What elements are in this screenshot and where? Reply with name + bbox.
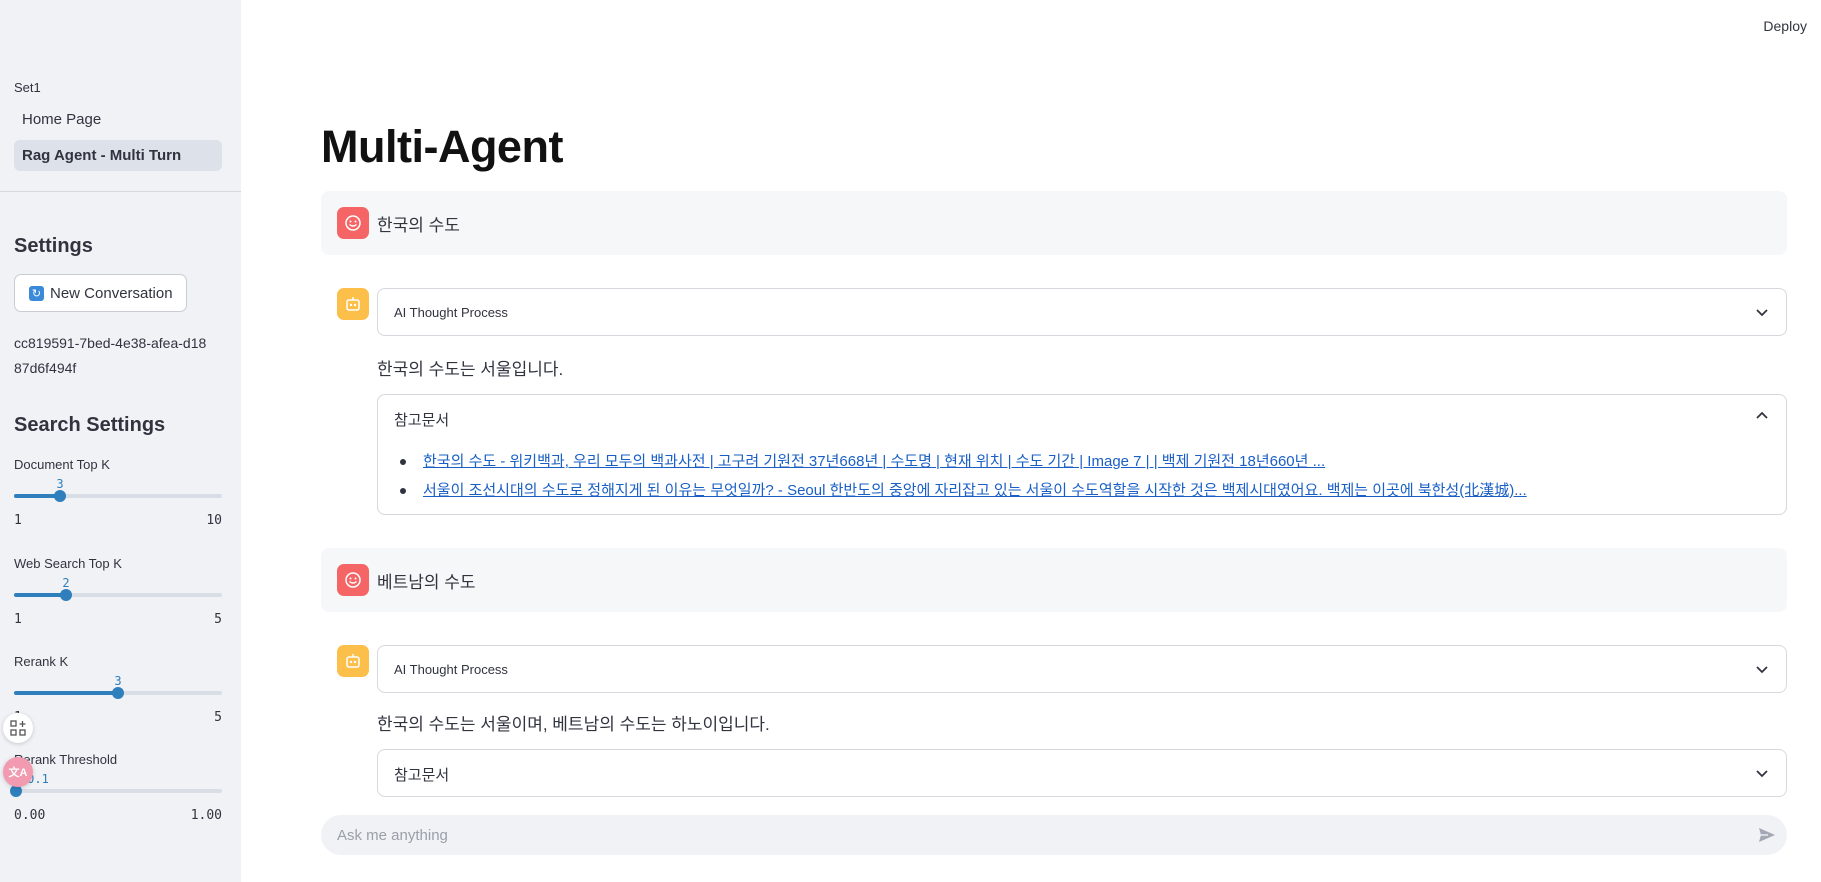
slider-rerank-k[interactable]: Rerank K 3 1 5 (14, 654, 222, 734)
nav-section-label: Set1 (14, 80, 41, 95)
nav-item-home-page[interactable]: Home Page (14, 104, 222, 135)
slider-value: 3 (56, 477, 64, 491)
user-message-text: 한국의 수도 (377, 216, 460, 235)
slider-web-search-top-k[interactable]: Web Search Top K 2 1 5 (14, 556, 222, 636)
slider-fill (14, 691, 118, 695)
chat-input[interactable] (337, 815, 1717, 855)
slider-thumb[interactable] (54, 490, 66, 502)
slider-min: 1 (14, 513, 22, 528)
expander-title: 참고문서 (394, 412, 450, 429)
slider-thumb[interactable] (60, 589, 72, 601)
sidebar: Set1 Home Page Rag Agent - Multi Turn Se… (0, 0, 241, 882)
slider-value: 3 (114, 674, 122, 688)
chat-input-bar (321, 815, 1787, 855)
conversation-id: cc819591-7bed-4e38-afea-d1887d6f494f (14, 335, 207, 376)
list-item: 한국의 수도 - 위키백과, 우리 모두의 백과사전 | 고구려 기원전 37년… (400, 447, 1527, 476)
search-settings-heading: Search Settings (14, 414, 166, 436)
slider-min: 1 (14, 612, 22, 627)
slider-document-top-k[interactable]: Document Top K 3 1 10 (14, 457, 222, 537)
assistant-answer: 한국의 수도는 서울이며, 베트남의 수도는 하노이입니다. (377, 715, 770, 734)
chevron-down-icon (1756, 666, 1768, 674)
expander-title: 참고문서 (394, 767, 450, 784)
chevron-down-icon (1756, 770, 1768, 778)
chevron-up-icon (1756, 411, 1768, 419)
reference-link[interactable]: 서울이 조선시대의 수도로 정해지게 된 이유는 무엇일까? - Seoul 한… (423, 482, 1527, 499)
slider-max: 10 (206, 513, 222, 528)
expander-title: AI Thought Process (394, 305, 508, 320)
nav-item-rag-agent[interactable]: Rag Agent - Multi Turn (14, 140, 222, 171)
user-message-text: 베트남의 수도 (377, 573, 476, 592)
expander-title: AI Thought Process (394, 662, 508, 677)
apps-icon[interactable] (3, 713, 33, 743)
deploy-button[interactable]: Deploy (1763, 18, 1807, 34)
slider-fill (14, 593, 66, 597)
new-conversation-label: New Conversation (50, 284, 173, 302)
thought-process-expander[interactable]: AI Thought Process (377, 288, 1787, 336)
slider-label: Web Search Top K (14, 556, 122, 571)
slider-track[interactable] (14, 789, 222, 793)
reference-link[interactable]: 한국의 수도 - 위키백과, 우리 모두의 백과사전 | 고구려 기원전 37년… (423, 453, 1325, 470)
user-message: 베트남의 수도 (321, 548, 1787, 612)
refresh-icon: ↻ (29, 285, 44, 301)
slider-max: 1.00 (190, 808, 222, 823)
translate-icon[interactable]: 文A (3, 757, 33, 787)
references-expander[interactable]: 참고문서 한국의 수도 - 위키백과, 우리 모두의 백과사전 | 고구려 기원… (377, 394, 1787, 515)
reference-list: 한국의 수도 - 위키백과, 우리 모두의 백과사전 | 고구려 기원전 37년… (400, 447, 1527, 505)
thought-process-expander[interactable]: AI Thought Process (377, 645, 1787, 693)
robot-icon (337, 645, 369, 677)
sidebar-divider (0, 191, 241, 192)
send-icon[interactable] (1757, 825, 1777, 845)
slider-max: 5 (214, 612, 222, 627)
assistant-answer: 한국의 수도는 서울입니다. (377, 360, 564, 379)
slider-max: 5 (214, 710, 222, 725)
app-root: Set1 Home Page Rag Agent - Multi Turn Se… (0, 0, 1821, 882)
page-title: Multi-Agent (321, 121, 563, 172)
robot-icon (337, 288, 369, 320)
slider-label: Rerank K (14, 654, 69, 669)
slider-min: 0.00 (14, 808, 46, 823)
slider-thumb[interactable] (112, 687, 124, 699)
smile-face-icon (337, 207, 369, 239)
slider-value: 2 (62, 576, 70, 590)
slider-label: Document Top K (14, 457, 110, 472)
slider-rerank-threshold[interactable]: Rerank Threshold 0.1 0.00 1.00 (10, 752, 222, 832)
user-message: 한국의 수도 (321, 191, 1787, 255)
new-conversation-button[interactable]: ↻ New Conversation (14, 274, 187, 312)
list-item: 서울이 조선시대의 수도로 정해지게 된 이유는 무엇일까? - Seoul 한… (400, 476, 1527, 505)
smile-face-icon (337, 564, 369, 596)
chevron-down-icon (1756, 309, 1768, 317)
settings-heading: Settings (14, 235, 93, 257)
references-expander[interactable]: 참고문서 (377, 749, 1787, 797)
